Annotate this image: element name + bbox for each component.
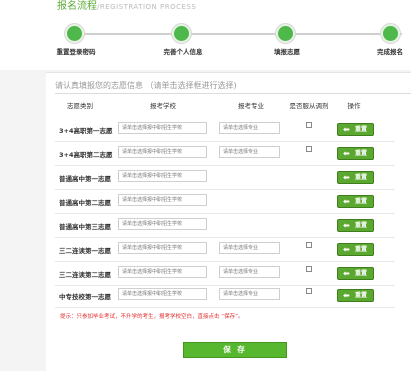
column-header-school: 报考学校	[150, 102, 176, 110]
step-4-label: 完成报名	[377, 48, 403, 56]
column-header-category: 志愿类别	[67, 102, 93, 110]
back-arrow-icon: ⬅	[343, 221, 350, 230]
table-row: 普通高中第一志愿 请单击选择报中职招生学校 ⬅ 重置	[55, 168, 395, 190]
table-row: 中专技校第一志愿 请单击选择报中职招生学校 请单击选择专业 ⬅ 重置	[55, 286, 395, 308]
reset-button[interactable]: ⬅ 重置	[337, 243, 374, 256]
step-1-label: 重置登录密码	[56, 48, 96, 56]
back-arrow-icon: ⬅	[343, 245, 350, 254]
page-title-en: /REGISTRATION PROCESS	[97, 3, 197, 11]
divider	[55, 93, 411, 94]
back-arrow-icon: ⬅	[343, 125, 350, 134]
back-arrow-icon: ⬅	[343, 291, 350, 300]
table-row: 普通高中第二志愿 请单击选择报中职招生学校 ⬅ 重置	[55, 192, 395, 214]
step-2-done-icon	[172, 24, 191, 43]
major-input[interactable]: 请单击选择专业	[219, 266, 280, 278]
step-4-done-icon	[381, 24, 400, 43]
adjust-checkbox[interactable]	[306, 146, 312, 152]
school-input[interactable]: 请单击选择报中职招生学校	[118, 170, 207, 182]
column-header-major: 报考专业	[238, 102, 264, 110]
header-bar: 报名流程/REGISTRATION PROCESS 重置登录密码 完善个人信息 …	[0, 0, 411, 70]
step-3-label: 填报志愿	[274, 48, 300, 56]
reset-button[interactable]: ⬅ 重置	[337, 171, 374, 184]
page-title: 报名流程/REGISTRATION PROCESS	[57, 1, 197, 12]
school-input[interactable]: 请单击选择报中职招生学校	[118, 218, 207, 230]
notice-text: 提示：只参加毕业考试，不升学的考生，报考学校空白，直接点击 “保存”。	[60, 314, 244, 320]
form-instruction: 请认真填报您的志愿信息 （请单击选择框进行选择)	[55, 81, 237, 90]
column-header-adjust: 是否服从调剂	[289, 102, 329, 110]
major-input[interactable]: 请单击选择专业	[219, 288, 280, 300]
reset-button[interactable]: ⬅ 重置	[337, 195, 374, 208]
table-row: 3+4高职第一志愿 请单击选择报中职招生学校 请单击选择专业 ⬅ 重置	[55, 120, 395, 142]
row-category: 三二连读第二志愿	[59, 271, 111, 279]
step-3-done-icon	[276, 24, 295, 43]
column-header-action: 操作	[347, 102, 361, 110]
adjust-checkbox[interactable]	[306, 288, 312, 294]
row-category: 中专技校第一志愿	[59, 293, 111, 301]
row-category: 普通高中第二志愿	[59, 199, 111, 207]
row-category: 普通高中第一志愿	[59, 175, 111, 183]
back-arrow-icon: ⬅	[343, 173, 350, 182]
row-category: 普通高中第三志愿	[59, 223, 111, 231]
adjust-checkbox[interactable]	[306, 242, 312, 248]
row-category: 三二连读第一志愿	[59, 247, 111, 255]
back-arrow-icon: ⬅	[343, 149, 350, 158]
back-arrow-icon: ⬅	[343, 197, 350, 206]
school-input[interactable]: 请单击选择报中职招生学校	[118, 242, 207, 254]
save-button[interactable]: 保 存	[183, 342, 287, 358]
back-arrow-icon: ⬅	[343, 269, 350, 278]
table-row: 3+4高职第二志愿 请单击选择报中职招生学校 请单击选择专业 ⬅ 重置	[55, 144, 395, 166]
reset-button[interactable]: ⬅ 重置	[337, 219, 374, 232]
reset-button[interactable]: ⬅ 重置	[337, 147, 374, 160]
reset-button[interactable]: ⬅ 重置	[337, 267, 374, 280]
step-2-label: 完善个人信息	[163, 48, 203, 56]
row-category: 3+4高职第一志愿	[59, 127, 113, 135]
major-input[interactable]: 请单击选择专业	[219, 122, 280, 134]
adjust-checkbox[interactable]	[306, 266, 312, 272]
table-row: 三二连读第一志愿 请单击选择报中职招生学校 请单击选择专业 ⬅ 重置	[55, 240, 395, 262]
school-input[interactable]: 请单击选择报中职招生学校	[118, 194, 207, 206]
adjust-checkbox[interactable]	[306, 122, 312, 128]
school-input[interactable]: 请单击选择报中职招生学校	[118, 122, 207, 134]
school-input[interactable]: 请单击选择报中职招生学校	[118, 266, 207, 278]
table-row: 三二连读第二志愿 请单击选择报中职招生学校 请单击选择专业 ⬅ 重置	[55, 264, 395, 286]
reset-button[interactable]: ⬅ 重置	[337, 123, 374, 136]
school-input[interactable]: 请单击选择报中职招生学校	[118, 146, 207, 158]
step-1-done-icon	[65, 24, 84, 43]
major-input[interactable]: 请单击选择专业	[219, 242, 280, 254]
table-row: 普通高中第三志愿 请单击选择报中职招生学校 ⬅ 重置	[55, 216, 395, 238]
reset-button[interactable]: ⬅ 重置	[337, 289, 374, 302]
progress-line	[72, 33, 402, 35]
major-input[interactable]: 请单击选择专业	[219, 146, 280, 158]
row-category: 3+4高职第二志愿	[59, 151, 113, 159]
school-input[interactable]: 请单击选择报中职招生学校	[118, 288, 207, 300]
